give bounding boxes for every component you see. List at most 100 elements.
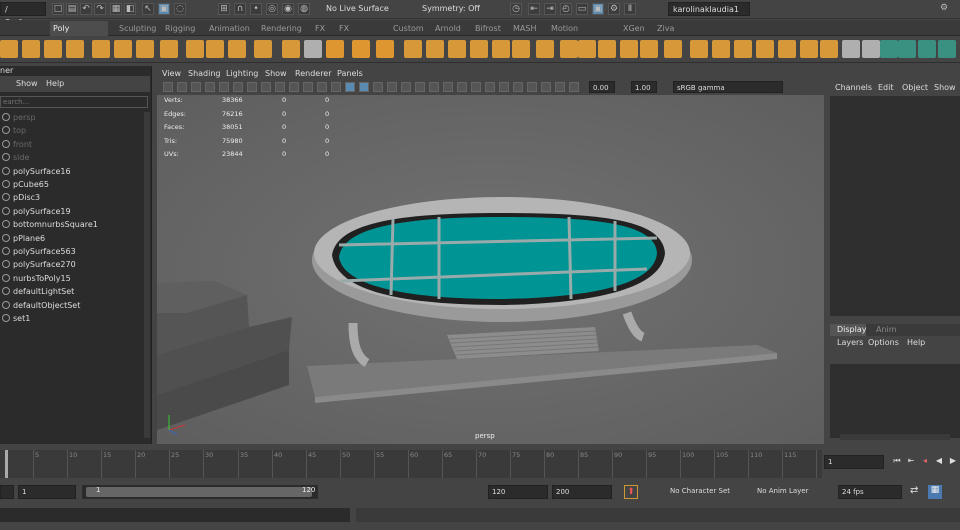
outliner-item[interactable]: side [0,151,140,164]
tab-anim[interactable]: Anim [876,324,897,336]
bookmark-icon[interactable] [191,82,201,92]
select-mode-icon[interactable]: ▣ [158,3,170,15]
live-surface-dropdown[interactable]: No Live Surface [322,2,394,16]
shelf-tab-animation[interactable]: Animation [206,21,250,36]
character-set-dropdown[interactable]: No Character Set [670,487,730,495]
tab-display[interactable]: Display [830,324,867,336]
edge-loop-icon[interactable] [820,40,838,58]
cube-icon[interactable] [22,40,40,58]
snap-point-icon[interactable]: • [250,3,262,15]
scene-render[interactable] [157,95,824,444]
prism-icon[interactable] [206,40,224,58]
layer-menu-help[interactable]: Help [907,338,925,347]
go-to-start-icon[interactable]: ⏮ [892,456,902,466]
xray-joints-icon[interactable] [513,82,523,92]
undo-icon[interactable]: ↶ [80,3,92,15]
outliner-menu-show[interactable]: Show [16,79,38,88]
gamma-toggle-icon[interactable] [555,82,565,92]
snap-view-icon[interactable]: ◎ [266,3,278,15]
outliner-item[interactable]: nurbsToPoly15 [0,272,140,285]
outliner-item[interactable]: bottomnurbsSquare1 [0,218,140,231]
sweep-icon[interactable] [326,40,344,58]
shelf-tab-motion-graphics[interactable]: Motion Graphics [548,21,612,48]
snap-curve-icon[interactable]: ∩ [234,3,246,15]
depth-of-field-icon[interactable] [471,82,481,92]
outliner-search-input[interactable] [0,96,148,108]
cylindrical-map-icon[interactable] [938,40,956,58]
pyramid-icon[interactable] [186,40,204,58]
textured-icon[interactable] [387,82,397,92]
cylinder-icon[interactable] [44,40,62,58]
viewport-3d[interactable]: Verts: 38366 0 0 Edges: 76216 0 0 Faces: 38051 0 0 T… [157,95,824,444]
channelbox-menu-object[interactable]: Object [902,83,928,92]
xray-icon[interactable] [499,82,509,92]
select-camera-icon[interactable] [163,82,173,92]
settings-gear-icon[interactable]: ⚙ [938,3,950,15]
fps-dropdown[interactable]: 24 fps [838,485,902,499]
ambient-occlusion-icon[interactable] [429,82,439,92]
outliner-item[interactable]: persp [0,111,140,124]
shadows-icon[interactable] [415,82,425,92]
merge-icon[interactable] [640,40,658,58]
bevel-icon[interactable] [598,40,616,58]
motion-blur-icon[interactable] [443,82,453,92]
planar-map-icon[interactable] [898,40,916,58]
safe-action-icon[interactable] [317,82,327,92]
outliner-item[interactable]: polySurface19 [0,205,140,218]
outliner-item[interactable]: polySurface563 [0,245,140,258]
xray-active-icon[interactable] [527,82,537,92]
text-icon[interactable] [352,40,370,58]
append-icon[interactable] [620,40,638,58]
open-scene-icon[interactable]: ▤ [66,3,78,15]
film-gate-icon[interactable] [261,82,271,92]
outliner-item[interactable]: pDisc3 [0,191,140,204]
outliner-item[interactable]: defaultLightSet [0,285,140,298]
anim-prefs-icon[interactable]: ▦ [928,485,942,499]
render-frame-icon[interactable]: ▭ [576,3,588,15]
menuset-dropdown[interactable]: / Surfaces [0,2,46,27]
snap-grid-icon[interactable]: ⊞ [218,3,230,15]
outliner-item[interactable]: set1 [0,312,140,325]
wedge-icon[interactable] [734,40,752,58]
gate-mask-icon[interactable] [289,82,299,92]
uv-editor-icon[interactable] [880,40,898,58]
viewport-menu-lighting[interactable]: Lighting [226,69,258,78]
grease-pencil-icon[interactable] [233,82,243,92]
offset-loop-icon[interactable] [800,40,818,58]
outliner-item[interactable]: defaultObjectSet [0,299,140,312]
shelf-tab-poly-modeling[interactable]: Poly Modeling [50,21,108,48]
exposure-toggle-icon[interactable] [541,82,551,92]
viewport-menu-shading[interactable]: Shading [188,69,221,78]
isolate-select-icon[interactable] [485,82,495,92]
user-account-dropdown[interactable]: karolinaklaudia1 [668,2,750,16]
collapse-icon[interactable] [778,40,796,58]
ipr-render-icon[interactable]: ▣ [592,3,604,15]
boolean-icon[interactable] [492,40,510,58]
timeline[interactable]: 5 10 15 20 25 30 35 40 45 50 55 60 65 70 75 80 85 90 95 100… [0,450,822,478]
shelf-tab-fx-caching[interactable]: FX Caching [336,21,382,48]
current-frame-field[interactable]: 1 [824,455,884,469]
outliner-menu-help[interactable]: Help [46,79,64,88]
gamma-field[interactable]: 1.00 [631,81,657,93]
shelf-tab-ziva[interactable]: Ziva [654,21,674,36]
pause-icon[interactable]: Ⅱ [624,3,636,15]
new-scene-icon[interactable]: □ [52,3,64,15]
soccer-icon[interactable] [282,40,300,58]
2d-pan-icon[interactable] [219,82,229,92]
layer-menu-layers[interactable]: Layers [837,338,863,347]
viewport-menu-panels[interactable]: Panels [337,69,363,78]
automatic-map-icon[interactable] [918,40,936,58]
mel-command-input[interactable] [0,508,350,522]
multicut-icon[interactable] [664,40,682,58]
fill-hole-icon[interactable] [560,40,578,58]
helix-icon[interactable] [254,40,272,58]
svg-icon[interactable] [376,40,394,58]
outliner-item[interactable]: front [0,138,140,151]
output-ops-icon[interactable]: ⇥ [544,3,556,15]
shelf-tab-sculpting[interactable]: Sculpting [116,21,156,36]
outliner-item[interactable]: polySurface16 [0,165,140,178]
shelf-tab-mash[interactable]: MASH [510,21,538,36]
color-management-icon[interactable] [569,82,579,92]
cone-icon[interactable] [66,40,84,58]
wireframe-icon[interactable] [345,82,355,92]
